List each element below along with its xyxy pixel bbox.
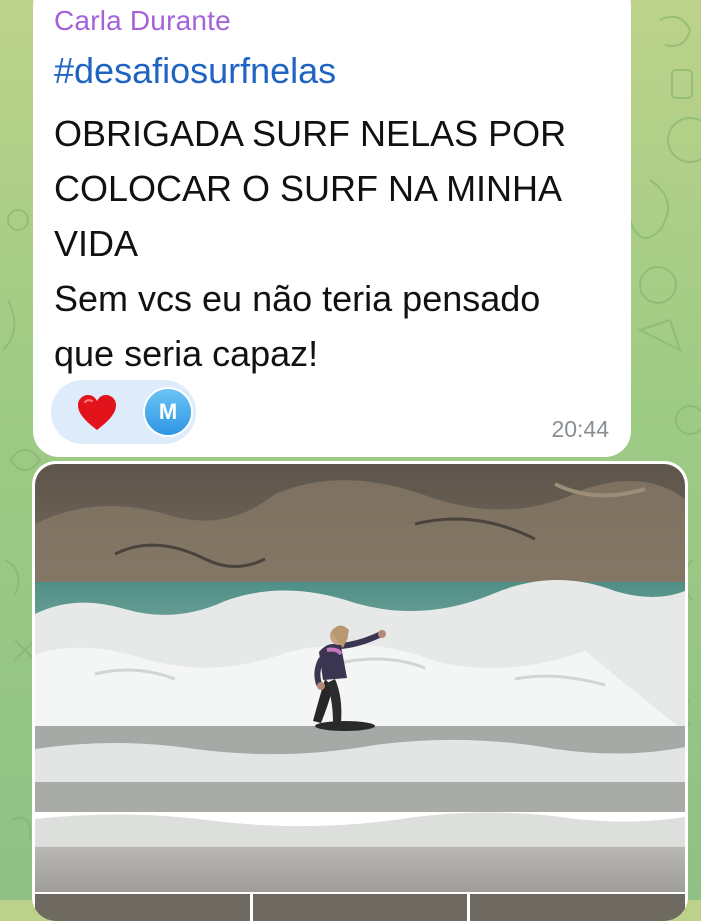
message-text: OBRIGADA SURF NELAS POR COLOCAR O SURF N… <box>54 113 567 374</box>
message-bubble[interactable]: Carla Durante #desafiosurfnelas OBRIGADA… <box>33 0 631 457</box>
hashtag-link[interactable]: #desafiosurfnelas <box>54 50 336 92</box>
heart-icon <box>78 395 116 430</box>
reactions-pill[interactable]: M <box>51 380 196 444</box>
photo-message[interactable] <box>32 461 688 921</box>
photo-thumbnail[interactable] <box>35 894 250 921</box>
surf-photo[interactable] <box>35 464 685 892</box>
message-timestamp: 20:44 <box>551 416 609 442</box>
photo-thumbnail[interactable] <box>470 894 686 921</box>
sender-name[interactable]: Carla Durante <box>54 5 231 37</box>
photo-thumbnail-strip <box>35 894 686 921</box>
photo-thumbnail[interactable] <box>252 894 468 921</box>
reactor-avatar[interactable]: M <box>143 387 193 437</box>
